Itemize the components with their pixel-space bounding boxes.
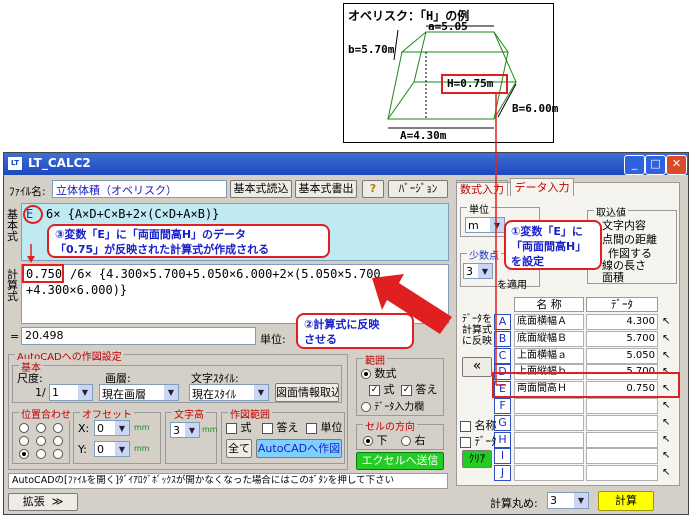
reflect-big-arrow bbox=[372, 274, 452, 334]
annotation-arrows bbox=[27, 93, 506, 386]
